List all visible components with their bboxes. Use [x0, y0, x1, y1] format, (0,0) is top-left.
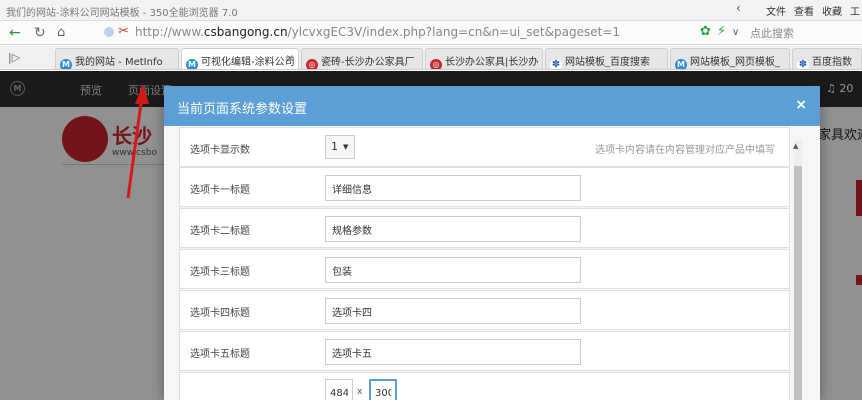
tab-label: 长沙办公家具|长沙办 — [445, 57, 539, 68]
dialog-header: 当前页面系统参数设置 × — [164, 86, 820, 126]
site-icon: ◎ — [430, 59, 442, 69]
tab-my-website[interactable]: M 我的网站 - MetInfo — [55, 48, 179, 69]
close-tab-icon[interactable]: × — [286, 53, 294, 64]
tab-baidu-search[interactable]: ✽ 网站模板_百度搜索 — [545, 48, 668, 69]
tab-label: 网站模板_百度搜索 — [565, 57, 650, 68]
tab4-title-label: 选项卡四标题 — [190, 308, 250, 319]
url-prefix: http://www. — [135, 25, 204, 39]
scroll-up-arrow-icon[interactable]: ▲ — [793, 142, 798, 150]
metinfo-icon: M — [675, 59, 687, 69]
tab1-title-input[interactable] — [325, 175, 581, 201]
chevron-down-icon: ▼ — [343, 143, 349, 151]
tab-bar: |▷ M 我的网站 - MetInfo M 可视化编辑-涂料公司 × ◎ 瓷砖-长沙办… — [0, 46, 862, 70]
url-host: csbangong.cn — [203, 25, 288, 39]
tab-baidu-index[interactable]: ✽ 百度指数 — [792, 48, 862, 69]
tab2-title-row: 选项卡二标题 — [179, 208, 790, 248]
tab-ceramic-tiles[interactable]: ◎ 瓷砖-长沙办公家具厂 — [301, 48, 423, 69]
tab-list-toggle-icon[interactable]: |▷ — [8, 51, 20, 64]
metinfo-icon: M — [60, 59, 72, 69]
dialog-title: 当前页面系统参数设置 — [177, 102, 308, 117]
tab-label: 瓷砖-长沙办公家具厂 — [321, 57, 415, 68]
menu-view[interactable]: 查看 — [794, 3, 814, 18]
menu-favorites[interactable]: 收藏 — [822, 3, 842, 18]
tab2-title-input[interactable] — [325, 216, 581, 242]
security-shield-icon[interactable]: ✿ — [700, 24, 711, 39]
address-input[interactable]: http://www.csbangong.cn/ylcvxgEC3V/index… — [135, 25, 620, 39]
tab-count-label: 选项卡显示数 — [190, 145, 250, 156]
tab-count-row: 选项卡显示数 1 ▼ 选项卡内容请在内容管理对应产品中填写 — [179, 127, 790, 167]
browser-title-bar: 我们的网站-涂料公司网站模板 - 350全能浏览器 7.0 ‹ 文件 查看 收藏… — [0, 0, 862, 20]
site-info-icon[interactable] — [104, 27, 114, 37]
baidu-paw-icon: ✽ — [550, 59, 562, 69]
tab1-title-label: 选项卡一标题 — [190, 185, 250, 196]
reload-icon[interactable]: ↻ — [34, 25, 46, 41]
search-input[interactable]: 点此搜索 — [750, 25, 794, 41]
tab5-title-row: 选项卡五标题 — [179, 331, 790, 371]
tab-label: 网站模板_网页模板_ — [690, 57, 780, 68]
url-path: /ylcvxgEC3V/index.php?lang=cn&n=ui_set&p… — [287, 25, 620, 39]
image-size-row: x — [179, 372, 790, 400]
menu-tools[interactable]: 工 — [850, 3, 860, 18]
tab3-title-input[interactable] — [325, 257, 581, 283]
tab4-title-row: 选项卡四标题 — [179, 290, 790, 330]
tab-count-select[interactable]: 1 ▼ — [325, 135, 355, 159]
menu-file[interactable]: 文件 — [766, 3, 786, 18]
tab1-title-row: 选项卡一标题 — [179, 167, 790, 207]
blocked-content-icon[interactable]: ✂ — [118, 24, 129, 39]
window-title: 我们的网站-涂料公司网站模板 - 350全能浏览器 7.0 — [6, 8, 238, 19]
close-icon[interactable]: × — [795, 97, 807, 113]
speed-mode-icon[interactable]: ⚡ — [717, 24, 726, 39]
menu-chevron-icon[interactable]: ‹ — [736, 1, 741, 15]
tab4-title-input[interactable] — [325, 298, 581, 324]
dropdown-chevron-icon[interactable]: ∨ — [732, 27, 739, 38]
site-icon: ◎ — [306, 59, 318, 69]
image-height-input[interactable] — [369, 379, 397, 400]
tab-count-hint: 选项卡内容请在内容管理对应产品中填写 — [595, 145, 775, 156]
tab5-title-input[interactable] — [325, 339, 581, 365]
tab-label: 可视化编辑-涂料公司 — [201, 57, 295, 68]
tab-web-templates[interactable]: M 网站模板_网页模板_ — [670, 48, 790, 69]
tab2-title-label: 选项卡二标题 — [190, 226, 250, 237]
tab3-title-row: 选项卡三标题 — [179, 249, 790, 289]
baidu-paw-icon: ✽ — [797, 59, 809, 69]
tab-label: 百度指数 — [812, 57, 852, 68]
image-width-input[interactable] — [325, 379, 353, 400]
back-arrow-icon[interactable]: ← — [9, 25, 21, 41]
dialog-scrollbar-thumb[interactable] — [794, 166, 802, 400]
tab5-title-label: 选项卡五标题 — [190, 349, 250, 360]
page-settings-dialog: 当前页面系统参数设置 × 选项卡显示数 1 ▼ 选项卡内容请在内容管理对应产品中填… — [164, 86, 820, 400]
home-icon[interactable]: ⌂ — [57, 25, 65, 41]
size-separator: x — [357, 387, 363, 397]
tab-label: 我的网站 - MetInfo — [75, 57, 163, 68]
address-bar-tools: ✿ ⚡ ∨ — [700, 24, 739, 39]
navigation-bar: ← ↻ ⌂ ✂ http://www.csbangong.cn/ylcvxgEC… — [0, 20, 862, 45]
dialog-body: 选项卡显示数 1▼ 选项卡内容请在内容管理对应产品中填写 选项卡一标题 选项卡二… — [164, 126, 820, 400]
tab-office-furniture[interactable]: ◎ 长沙办公家具|长沙办 — [425, 48, 543, 69]
tab3-title-label: 选项卡三标题 — [190, 267, 250, 278]
metinfo-icon: M — [186, 59, 198, 69]
tab-visual-editor[interactable]: M 可视化编辑-涂料公司 × — [181, 48, 299, 69]
